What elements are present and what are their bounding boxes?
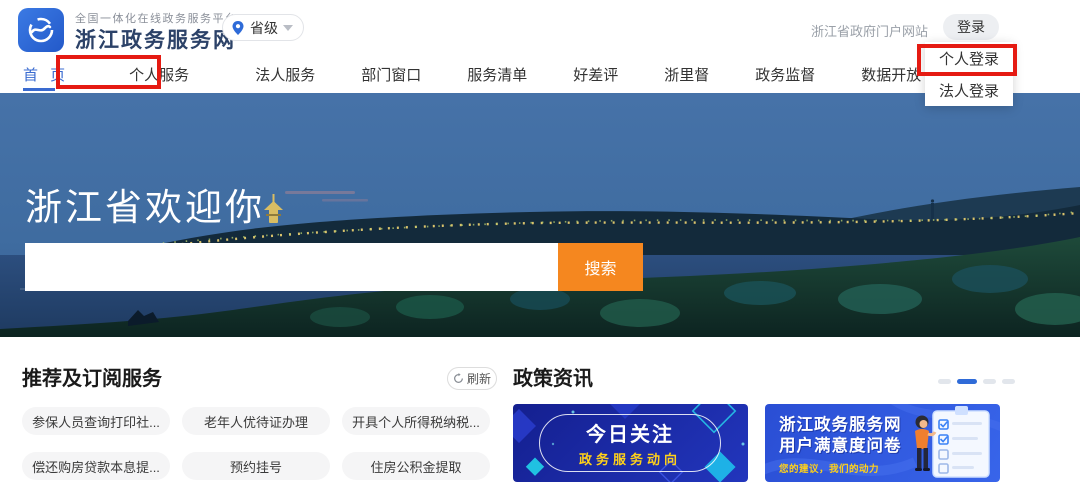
banner-title: 浙江政务服务网 bbox=[779, 416, 902, 434]
region-selector-label: 省级 bbox=[250, 19, 278, 36]
nav-item-zhelidu[interactable]: 浙里督 bbox=[656, 56, 717, 93]
carousel-dot[interactable] bbox=[1002, 379, 1015, 384]
person-figure bbox=[915, 415, 937, 471]
nav-item-home[interactable]: 首 页 bbox=[15, 56, 77, 93]
clipboard-icon bbox=[932, 406, 990, 478]
today-focus-frame: 今日关注 政务服务动向 bbox=[539, 414, 721, 472]
site-title: 浙江政务服务网 bbox=[75, 29, 236, 52]
service-pill[interactable]: 住房公积金提取 bbox=[342, 452, 490, 480]
carousel-dot[interactable] bbox=[938, 379, 951, 384]
login-dropdown: 个人登录 法人登录 bbox=[925, 42, 1013, 106]
search-input[interactable] bbox=[25, 243, 558, 291]
recommend-section-title: 推荐及订阅服务 bbox=[22, 368, 162, 390]
service-pill[interactable]: 预约挂号 bbox=[182, 452, 330, 480]
news-banner-today-focus[interactable]: 今日关注 政务服务动向 bbox=[513, 404, 748, 482]
carousel-dots bbox=[938, 379, 1015, 384]
nav-item-rating[interactable]: 好差评 bbox=[565, 56, 626, 93]
chevron-down-icon bbox=[283, 24, 293, 31]
service-pill[interactable]: 老年人优待证办理 bbox=[182, 407, 330, 435]
login-button[interactable]: 登录 bbox=[943, 14, 999, 40]
carousel-dot-active[interactable] bbox=[957, 379, 977, 384]
banner-slogan: 您的建议，我们的动力 bbox=[779, 464, 880, 475]
nav-item-legal-services[interactable]: 法人服务 bbox=[247, 56, 323, 93]
nav-item-gov-supervision[interactable]: 政务监督 bbox=[747, 56, 823, 93]
hero-banner: 浙江省欢迎你 搜索 bbox=[0, 93, 1080, 337]
nav-item-service-list[interactable]: 服务清单 bbox=[459, 56, 535, 93]
header: 全国一体化在线政务服务平台 浙江政务服务网 省级 浙江省政府门户网站 登录 bbox=[0, 0, 1080, 56]
region-selector[interactable]: 省级 bbox=[222, 14, 304, 41]
page: 全国一体化在线政务服务平台 浙江政务服务网 省级 浙江省政府门户网站 登录 首 … bbox=[0, 0, 1080, 494]
search-bar: 搜索 bbox=[25, 243, 643, 291]
banner-title: 今日关注 bbox=[586, 424, 674, 446]
news-banner-satisfaction-survey[interactable]: 浙江政务服务网 用户满意度问卷 您的建议，我们的动力 bbox=[765, 404, 1000, 482]
site-logo-icon bbox=[18, 8, 64, 52]
menu-item-personal-login[interactable]: 个人登录 bbox=[925, 42, 1013, 74]
nav-item-personal-services[interactable]: 个人服务 bbox=[107, 56, 211, 93]
service-pill[interactable]: 偿还购房贷款本息提... bbox=[22, 452, 170, 480]
news-section-title: 政策资讯 bbox=[513, 368, 593, 390]
nav-item-department-window[interactable]: 部门窗口 bbox=[353, 56, 429, 93]
banner-subtitle: 用户满意度问卷 bbox=[779, 437, 902, 455]
menu-item-legal-login[interactable]: 法人登录 bbox=[925, 74, 1013, 106]
nav-item-open-data[interactable]: 数据开放 bbox=[853, 56, 929, 93]
service-pill[interactable]: 开具个人所得税纳税... bbox=[342, 407, 490, 435]
search-button[interactable]: 搜索 bbox=[558, 243, 643, 291]
location-pin-icon bbox=[232, 20, 244, 35]
carousel-dot[interactable] bbox=[983, 379, 996, 384]
banner-subtitle: 政务服务动向 bbox=[578, 452, 681, 467]
refresh-icon bbox=[454, 373, 463, 383]
service-pill[interactable]: 参保人员查询打印社... bbox=[22, 407, 170, 435]
main-nav: 首 页 个人服务 法人服务 部门窗口 服务清单 好差评 浙里督 政务监督 数据开… bbox=[0, 56, 1080, 93]
portal-link[interactable]: 浙江省政府门户网站 bbox=[811, 21, 928, 40]
hero-title: 浙江省欢迎你 bbox=[25, 187, 265, 228]
refresh-label: 刷新 bbox=[466, 372, 491, 386]
refresh-button[interactable]: 刷新 bbox=[447, 367, 497, 390]
